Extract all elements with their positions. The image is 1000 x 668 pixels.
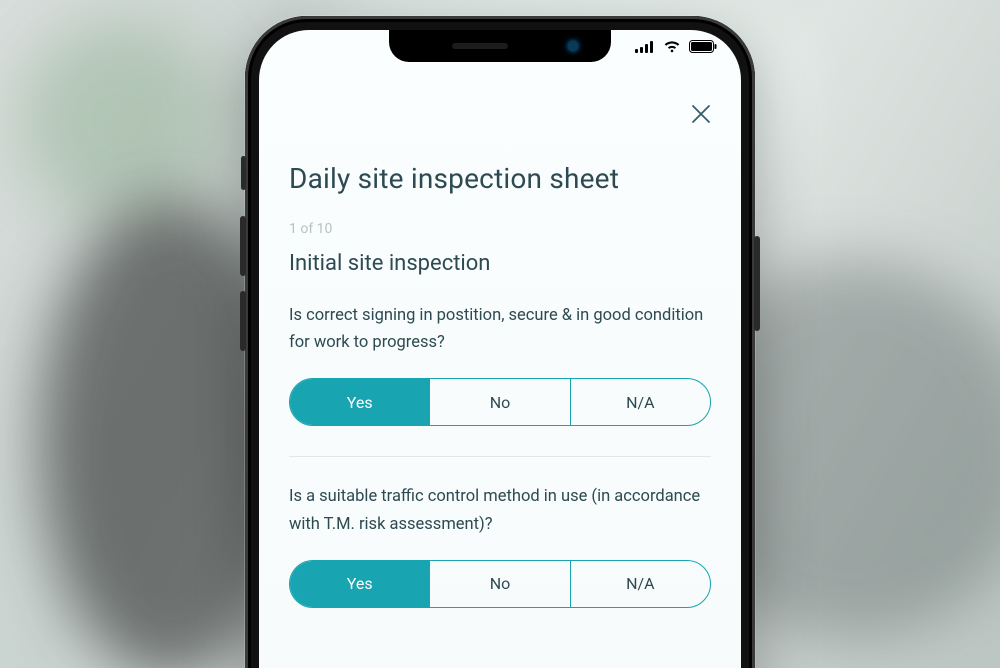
- power-button: [754, 236, 760, 331]
- phone-screen: Daily site inspection sheet 1 of 10 Init…: [259, 30, 741, 668]
- notch: [389, 30, 611, 62]
- cellular-icon: [635, 41, 655, 53]
- status-bar: [635, 40, 717, 53]
- option-no[interactable]: No: [429, 379, 569, 425]
- close-icon: [690, 103, 712, 129]
- segmented-control: Yes No N/A: [289, 560, 711, 608]
- speaker-grille: [452, 43, 508, 49]
- page-title: Daily site inspection sheet: [259, 132, 741, 195]
- mute-switch: [241, 156, 246, 190]
- backdrop: Daily site inspection sheet 1 of 10 Init…: [0, 0, 1000, 668]
- option-na[interactable]: N/A: [570, 561, 710, 607]
- close-button[interactable]: [685, 100, 717, 132]
- volume-up: [240, 216, 246, 276]
- bg-blob: [20, 20, 220, 220]
- step-counter: 1 of 10: [259, 195, 741, 237]
- segmented-control: Yes No N/A: [289, 378, 711, 426]
- section-title: Initial site inspection: [259, 237, 741, 276]
- option-na[interactable]: N/A: [570, 379, 710, 425]
- option-yes[interactable]: Yes: [290, 379, 429, 425]
- phone-frame: Daily site inspection sheet 1 of 10 Init…: [245, 16, 755, 668]
- wifi-icon: [663, 40, 681, 53]
- question-text: Is a suitable traffic control method in …: [259, 457, 741, 537]
- close-row: [259, 92, 741, 132]
- option-no[interactable]: No: [429, 561, 569, 607]
- screen-content: Daily site inspection sheet 1 of 10 Init…: [259, 30, 741, 668]
- battery-icon: [689, 40, 717, 53]
- front-camera: [568, 41, 578, 51]
- question-text: Is correct signing in postition, secure …: [259, 276, 741, 356]
- option-yes[interactable]: Yes: [290, 561, 429, 607]
- volume-down: [240, 291, 246, 351]
